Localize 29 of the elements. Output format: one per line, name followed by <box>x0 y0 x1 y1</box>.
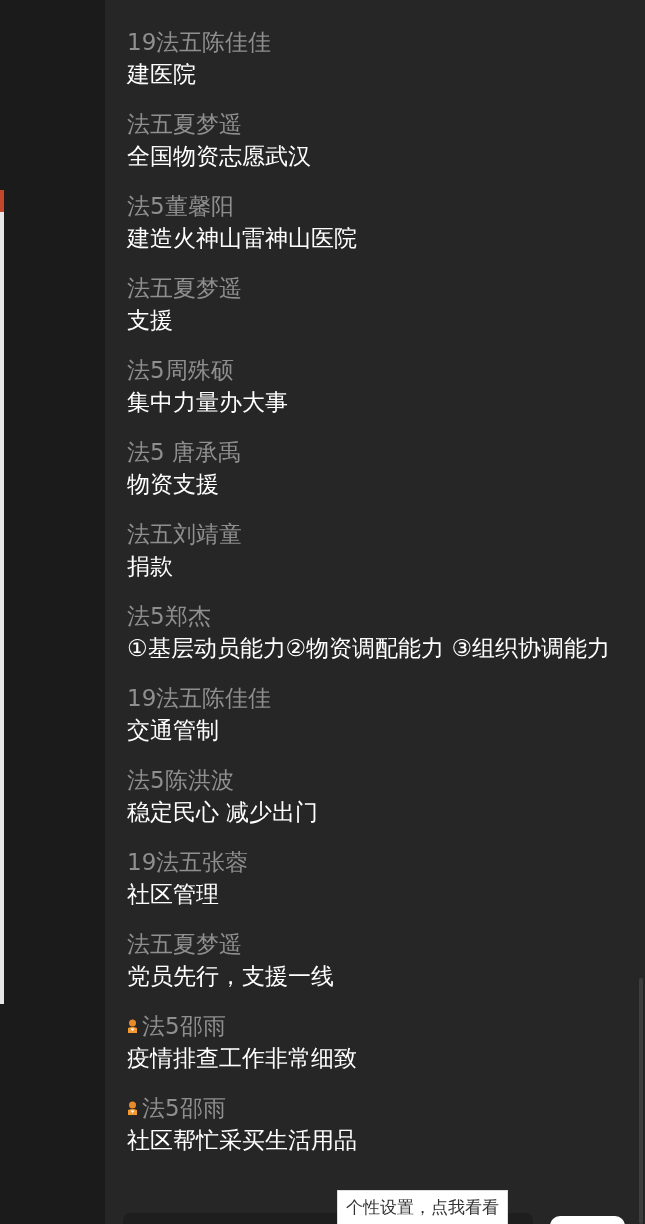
sender-name: 法五夏梦遥 <box>127 274 242 303</box>
sender-name: 法5陈洪波 <box>127 766 234 795</box>
message-text: ①基层动员能力②物资调配能力 ③组织协调能力 <box>127 634 612 663</box>
sender-name: 法5邵雨 <box>142 1012 226 1041</box>
sender-name: 19法五陈佳佳 <box>127 28 272 57</box>
message-text: 疫情排查工作非常细致 <box>127 1044 358 1073</box>
sender-name: 法五夏梦遥 <box>127 110 242 139</box>
tooltip: 个性设置，点我看看 <box>337 1190 508 1224</box>
sender-name: 法5董馨阳 <box>127 192 234 221</box>
message-text: 物资支援 <box>127 470 220 499</box>
sender-name: 19法五陈佳佳 <box>127 684 272 713</box>
sender-name: 法五夏梦遥 <box>127 930 242 959</box>
sender-name: 法五刘靖童 <box>127 520 242 549</box>
message-text: 建医院 <box>127 60 197 89</box>
sender-name: 法5郑杰 <box>127 602 211 631</box>
message-text: 建造火神山雷神山医院 <box>127 224 358 253</box>
sender-name: 法5周殊硕 <box>127 356 234 385</box>
message-text: 集中力量办大事 <box>127 388 289 417</box>
message-text: 全国物资志愿武汉 <box>127 142 312 171</box>
sender-name: 19法五张蓉 <box>127 848 249 877</box>
sender-name: 法5 唐承禹 <box>127 438 241 467</box>
message-text: 党员先行，支援一线 <box>127 962 335 991</box>
message-text: 支援 <box>127 306 174 335</box>
message-text: 交通管制 <box>127 716 220 745</box>
message-text: 稳定民心 减少出门 <box>127 798 320 827</box>
message-text: 社区帮忙采买生活用品 <box>127 1126 358 1155</box>
message-text: 社区管理 <box>127 880 220 909</box>
message-text: 捐款 <box>127 552 174 581</box>
sender-name: 法5邵雨 <box>142 1094 226 1123</box>
